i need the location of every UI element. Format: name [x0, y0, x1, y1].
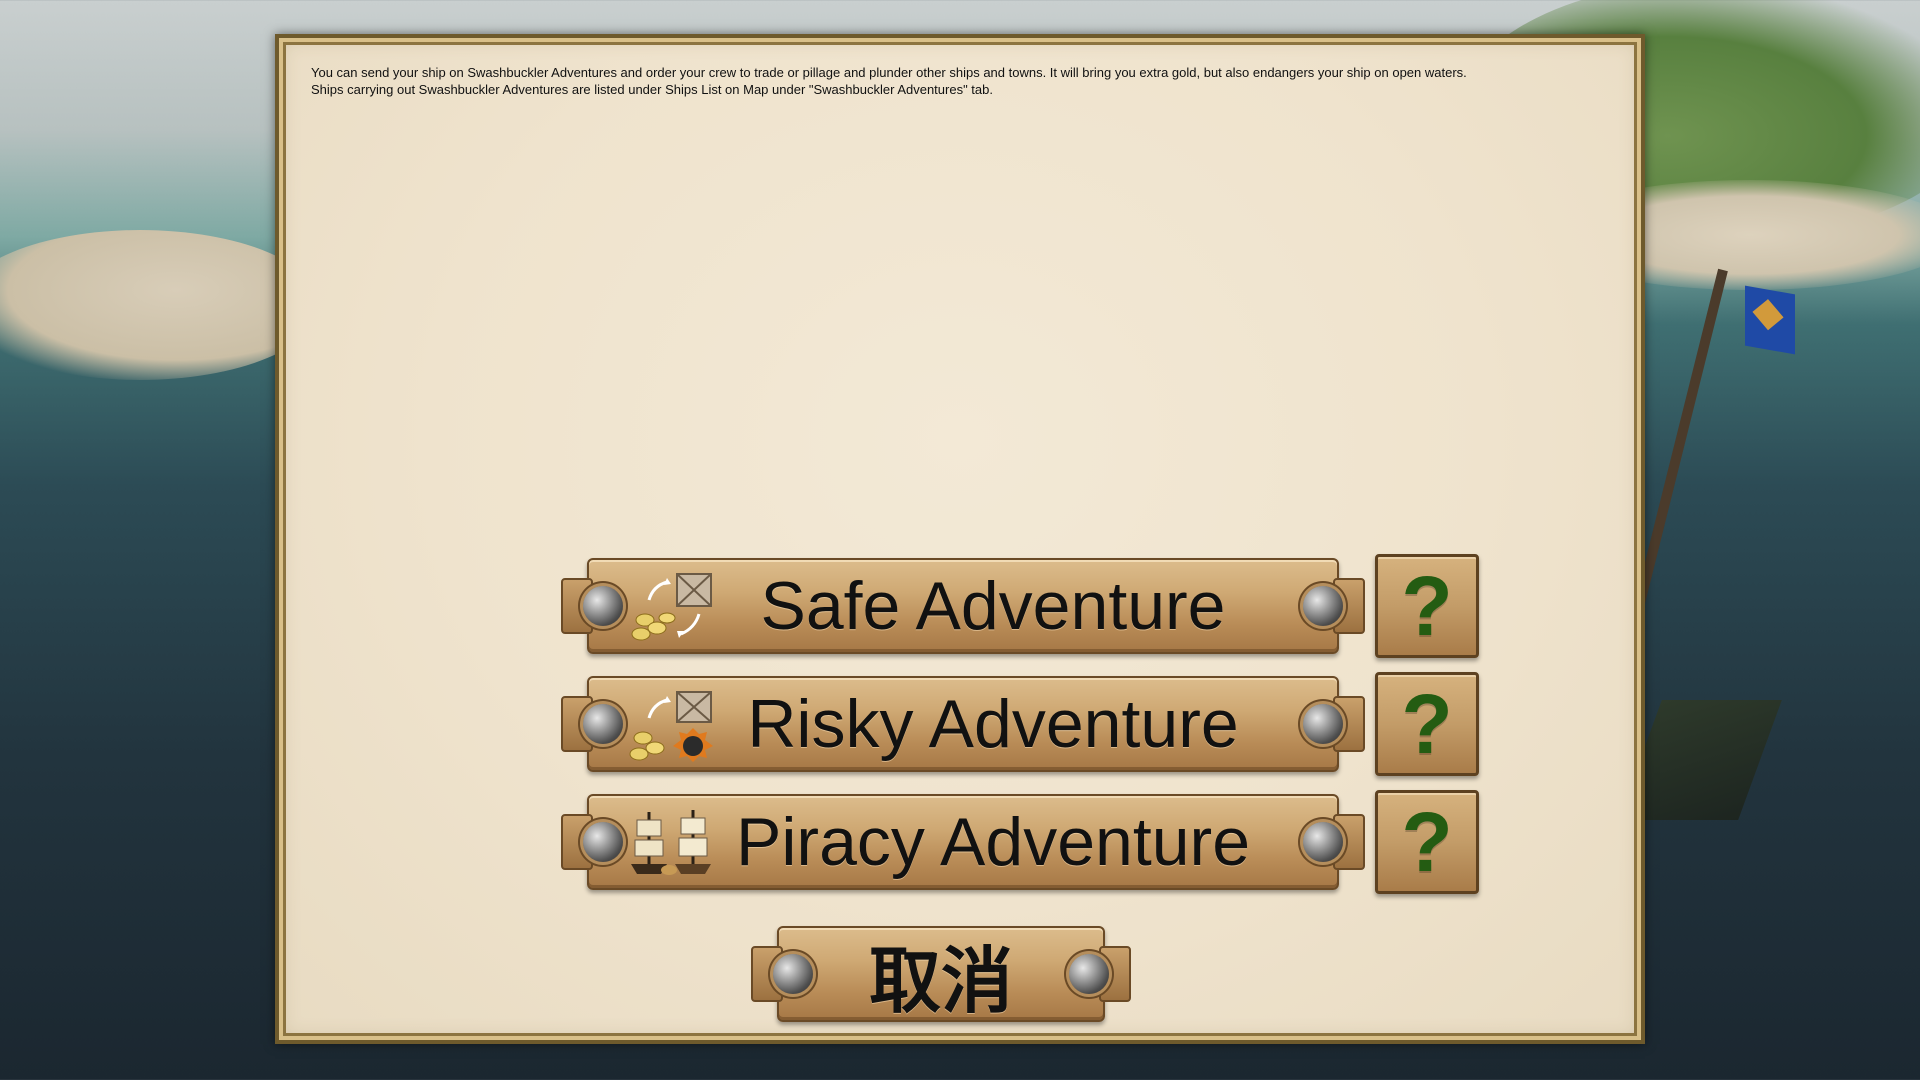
piracy-adventure-button[interactable]: Piracy Adventure: [561, 794, 1365, 890]
cancel-label: 取消: [868, 941, 1013, 1022]
safe-adventure-label: Safe Adventure: [760, 568, 1226, 644]
swashbuckler-adventures-dialog: You can send your ship on Swashbuckler A…: [275, 34, 1645, 1044]
question-mark-icon: ?: [1401, 677, 1453, 771]
description-line-2: Ships carrying out Swashbuckler Adventur…: [311, 82, 993, 97]
ship-flag: [1745, 285, 1795, 355]
dialog-description: You can send your ship on Swashbuckler A…: [311, 64, 1611, 98]
question-mark-icon: ?: [1401, 795, 1453, 889]
risky-adventure-button[interactable]: Risky Adventure: [561, 676, 1365, 772]
safe-adventure-button[interactable]: Safe Adventure: [561, 558, 1365, 654]
piracy-adventure-help-button[interactable]: ?: [1375, 790, 1479, 894]
description-line-1: You can send your ship on Swashbuckler A…: [311, 65, 1467, 80]
safe-adventure-help-button[interactable]: ?: [1375, 554, 1479, 658]
risky-adventure-label: Risky Adventure: [747, 686, 1239, 762]
piracy-adventure-label: Piracy Adventure: [735, 804, 1251, 880]
risky-adventure-help-button[interactable]: ?: [1375, 672, 1479, 776]
cancel-button[interactable]: 取消: [751, 926, 1131, 1022]
sand-island: [0, 230, 320, 380]
question-mark-icon: ?: [1401, 559, 1453, 653]
